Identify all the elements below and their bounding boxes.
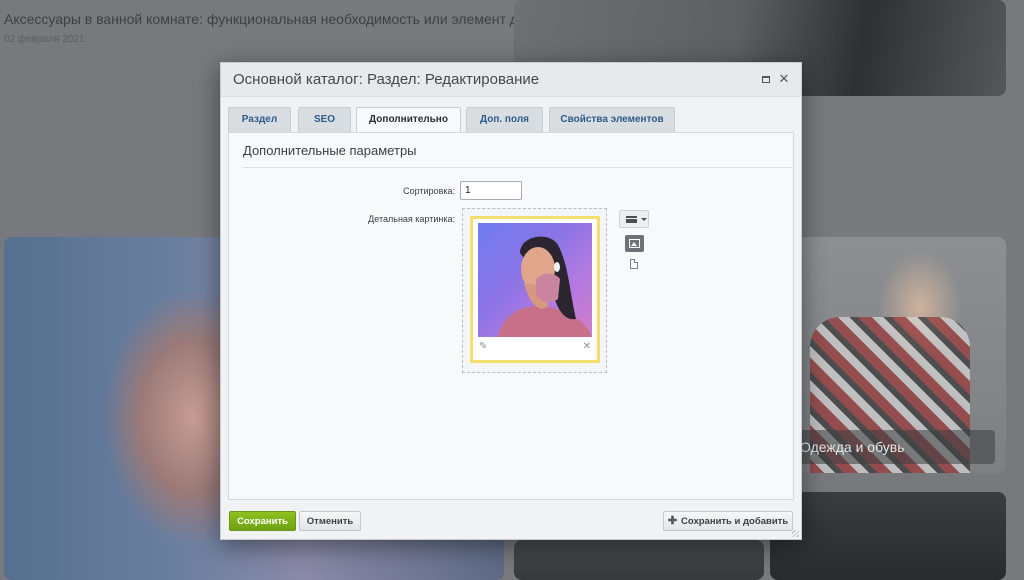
menu-lines-icon[interactable]	[619, 210, 649, 228]
portrait-illustration	[498, 236, 592, 337]
tab-section[interactable]: Раздел	[228, 107, 291, 132]
sort-label: Сортировка:	[403, 186, 455, 196]
sort-input[interactable]	[460, 181, 522, 200]
edit-section-dialog: Основной каталог: Раздел: Редактирование…	[220, 62, 802, 540]
plus-icon: ✚	[667, 515, 678, 527]
bg-article-date: 02 февраля 2021	[4, 34, 85, 45]
tab-extra-fields[interactable]: Доп. поля	[466, 107, 543, 132]
image-drop-zone[interactable]: ✎ ✕	[462, 208, 607, 373]
edit-pencil-icon[interactable]: ✎	[479, 341, 487, 352]
file-icon[interactable]	[630, 259, 638, 269]
detail-picture-image	[478, 223, 592, 337]
maximize-icon[interactable]	[759, 72, 773, 86]
resize-handle[interactable]	[792, 530, 799, 537]
dialog-title: Основной каталог: Раздел: Редактирование	[233, 71, 540, 88]
save-and-add-label: Сохранить и добавить	[681, 516, 789, 527]
bg-article-title: Аксессуары в ванной комнате: функциональ…	[4, 11, 530, 27]
cancel-button[interactable]: Отменить	[299, 511, 361, 531]
bg-category-label: Одежда и обувь	[790, 430, 995, 464]
tab-additional[interactable]: Дополнительно	[356, 107, 461, 133]
tab-content: Дополнительные параметры Сортировка: Дет…	[228, 132, 794, 500]
section-title: Дополнительные параметры	[243, 143, 417, 158]
bg-photo-bottom	[514, 540, 764, 580]
save-and-add-button[interactable]: ✚ Сохранить и добавить	[663, 511, 793, 531]
image-actions: ✎ ✕	[478, 341, 592, 355]
close-icon[interactable]: ✕	[777, 72, 791, 86]
image-icon[interactable]	[625, 235, 644, 252]
tab-element-properties[interactable]: Свойства элементов	[549, 107, 675, 132]
dialog-footer: Сохранить Отменить ✚ Сохранить и добавить	[221, 503, 801, 539]
tab-seo[interactable]: SEO	[298, 107, 351, 132]
detail-picture-label: Детальная картинка:	[368, 214, 455, 224]
dialog-header: Основной каталог: Раздел: Редактирование…	[221, 63, 801, 97]
remove-x-icon[interactable]: ✕	[583, 341, 591, 352]
save-button[interactable]: Сохранить	[229, 511, 296, 531]
bg-photo-bottle	[770, 492, 1006, 580]
image-preview-frame[interactable]: ✎ ✕	[470, 216, 600, 363]
section-divider	[243, 167, 794, 168]
